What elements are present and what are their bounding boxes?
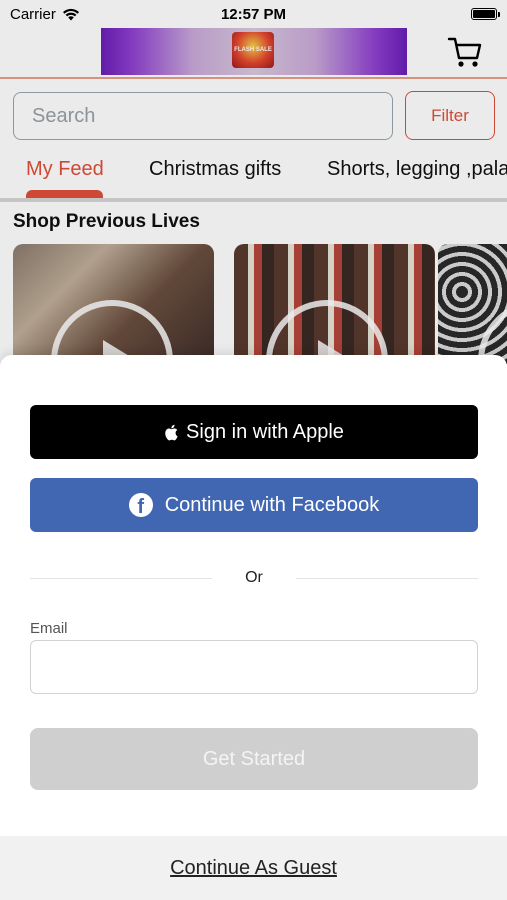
app-header: FLASH SALE	[0, 28, 507, 78]
apple-button-label: Sign in with Apple	[186, 420, 344, 443]
continue-with-facebook-button[interactable]: f Continue with Facebook	[30, 478, 478, 532]
tabs-divider	[0, 198, 507, 202]
sign-in-with-apple-button[interactable]: Sign in with Apple	[30, 405, 478, 459]
apple-icon	[165, 424, 178, 440]
filter-button[interactable]: Filter	[405, 91, 495, 140]
banner-logo: FLASH SALE	[232, 32, 274, 68]
live-video-card[interactable]	[438, 244, 507, 364]
battery-icon	[471, 8, 500, 20]
email-label: Email	[30, 620, 68, 637]
guest-bar: Continue As Guest	[0, 836, 507, 900]
live-video-card[interactable]	[234, 244, 435, 364]
status-bar: Carrier 12:57 PM	[0, 0, 507, 28]
cart-icon[interactable]	[447, 36, 483, 70]
get-started-button[interactable]: Get Started	[30, 728, 478, 790]
search-input[interactable]	[13, 92, 393, 140]
section-title: Shop Previous Lives	[13, 211, 200, 232]
carrier-label: Carrier	[10, 5, 56, 23]
live-video-card[interactable]	[13, 244, 214, 364]
or-divider: Or	[30, 567, 478, 589]
continue-as-guest-link[interactable]: Continue As Guest	[170, 857, 337, 880]
facebook-button-label: Continue with Facebook	[164, 493, 380, 516]
promo-banner[interactable]: FLASH SALE	[101, 28, 407, 75]
status-left: Carrier	[10, 6, 80, 23]
tab-my-feed[interactable]: My Feed	[26, 158, 104, 181]
header-divider	[0, 77, 507, 79]
email-field[interactable]	[30, 640, 478, 694]
category-tabs: My Feed Christmas gifts Shorts, legging …	[0, 150, 507, 200]
login-sheet: Sign in with Apple f Continue with Faceb…	[0, 355, 507, 900]
facebook-icon: f	[128, 493, 153, 517]
wifi-icon	[62, 8, 79, 20]
tab-christmas-gifts[interactable]: Christmas gifts	[149, 158, 281, 181]
tab-shorts-legging[interactable]: Shorts, legging ,pala	[327, 158, 507, 181]
